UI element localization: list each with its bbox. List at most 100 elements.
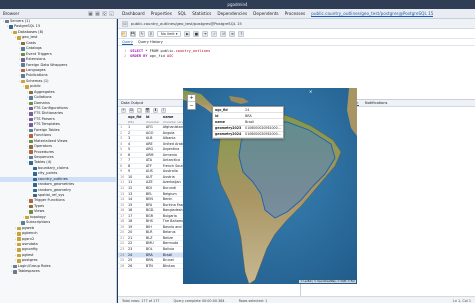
table-cell[interactable]: 2 xyxy=(126,131,144,136)
table-cell[interactable]: BRA xyxy=(144,253,161,258)
help-icon[interactable]: ? xyxy=(238,30,245,37)
table-cell[interactable]: BLR xyxy=(144,230,161,235)
popup-close-icon[interactable]: ✕ xyxy=(309,89,312,94)
table-cell[interactable]: 22 xyxy=(126,241,144,246)
status-bar: Total rows: 177 of 177 Query complete 00… xyxy=(118,296,475,303)
connection-label[interactable]: public.country_outlines/geo_test/postgre… xyxy=(131,21,242,26)
subtab-query-history[interactable]: Query History xyxy=(138,40,163,44)
table-icon[interactable]: ▤ xyxy=(95,11,100,16)
table-cell[interactable]: ARE xyxy=(144,142,161,147)
table-cell[interactable]: 14 xyxy=(126,197,144,202)
filter-icon[interactable]: ⚲ xyxy=(102,11,107,16)
table-cell[interactable]: BGR xyxy=(144,214,161,219)
tab-dependencies[interactable]: Dependencies xyxy=(217,11,247,16)
table-cell[interactable]: BRN xyxy=(144,258,161,263)
table-cell[interactable]: 19 xyxy=(126,225,144,230)
paste-icon[interactable]: 📋 xyxy=(137,107,142,113)
tab-dashboard[interactable]: Dashboard xyxy=(122,11,145,16)
table-cell[interactable]: 24 xyxy=(126,253,144,258)
table-cell[interactable]: 5 xyxy=(126,147,144,152)
explain-icon[interactable]: ⏷ xyxy=(202,30,209,37)
table-cell[interactable]: BHS xyxy=(144,219,161,224)
table-cell[interactable]: AGO xyxy=(144,131,161,136)
tab-data-output[interactable]: Data Output xyxy=(121,101,143,105)
table-cell[interactable]: BFA xyxy=(144,203,161,208)
copy-icon[interactable]: ⧉ xyxy=(129,107,134,113)
edit-icon[interactable]: ✎ xyxy=(139,30,145,37)
table-cell[interactable]: BIH xyxy=(144,225,161,230)
column-header[interactable]: idcharacter varying xyxy=(144,114,161,124)
table-cell[interactable]: BGD xyxy=(144,208,161,213)
table-cell[interactable]: AFG xyxy=(144,125,161,130)
table-cell[interactable]: BTN xyxy=(144,264,161,269)
limit-select[interactable]: No limit ▾ xyxy=(157,30,182,37)
map-attribution[interactable]: © Leaflet | © OpenStreetMap, © OSM, © Es… xyxy=(299,280,356,283)
table-cell[interactable]: 21 xyxy=(126,236,144,241)
zoom-out-button[interactable]: − xyxy=(188,102,195,109)
geometry-map[interactable]: + − ogc_fid 24 id BRA name Brazil geometry2023… xyxy=(183,88,357,284)
filter-icon[interactable]: ⚲ xyxy=(148,30,154,37)
delete-icon[interactable]: 🗑 xyxy=(145,107,150,113)
tab-statistics[interactable]: Statistics xyxy=(192,11,211,16)
rollback-icon[interactable]: ↺ xyxy=(220,30,227,37)
stop-icon[interactable]: ■ xyxy=(193,30,200,37)
table-cell[interactable]: 13 xyxy=(126,192,144,197)
table-cell[interactable]: ATF xyxy=(144,164,161,169)
tab-properties[interactable]: Properties xyxy=(151,11,172,16)
open-file-icon[interactable]: 📂 xyxy=(121,30,127,37)
zoom-in-button[interactable]: + xyxy=(188,95,195,102)
tab-sql[interactable]: SQL xyxy=(178,11,186,16)
table-cell[interactable]: 3 xyxy=(126,136,144,141)
macros-icon[interactable]: ≡ xyxy=(229,30,236,37)
table-cell[interactable]: 25 xyxy=(126,258,144,263)
table-cell[interactable]: 12 xyxy=(126,186,144,191)
table-cell[interactable]: 10 xyxy=(126,175,144,180)
table-cell[interactable]: 16 xyxy=(126,208,144,213)
subtab-query[interactable]: Query xyxy=(122,40,133,45)
execute-icon[interactable]: ▶ xyxy=(184,30,191,37)
table-cell[interactable]: ARM xyxy=(144,153,161,158)
object-explorer-icon[interactable]: ▦ xyxy=(88,11,93,16)
table-cell[interactable]: BMU xyxy=(144,241,161,246)
column-header[interactable]: ogc_fid[PK] integer xyxy=(126,114,144,124)
table-cell[interactable]: 23 xyxy=(126,247,144,252)
table-cell[interactable]: BEL xyxy=(144,192,161,197)
tab-processes[interactable]: Processes xyxy=(285,11,306,16)
table-icon xyxy=(33,177,37,182)
row-number: 9 xyxy=(120,169,123,174)
table-cell[interactable]: 15 xyxy=(126,203,144,208)
tab-query-tool[interactable]: public.country_outlines/geo_test/postgre… xyxy=(311,11,434,17)
table-cell[interactable]: ALB xyxy=(144,136,161,141)
table-cell[interactable]: BEN xyxy=(144,197,161,202)
table-cell[interactable]: 11 xyxy=(126,180,144,185)
table-cell[interactable]: 20 xyxy=(126,230,144,235)
table-cell[interactable]: 26 xyxy=(126,264,144,269)
table-cell[interactable]: BOL xyxy=(144,247,161,252)
table-cell[interactable]: ATA xyxy=(144,158,161,163)
sql-editor[interactable]: 1 SELECT * FROM public.country_outlines 2 O… xyxy=(118,46,475,86)
table-cell[interactable]: 7 xyxy=(126,158,144,163)
table-cell[interactable]: ARG xyxy=(144,147,161,152)
table-cell[interactable]: 8 xyxy=(126,164,144,169)
table-cell[interactable]: 1 xyxy=(126,125,144,130)
commit-icon[interactable]: ✓ xyxy=(211,30,218,37)
add-row-icon[interactable]: + xyxy=(121,107,126,113)
table-cell[interactable]: 4 xyxy=(126,142,144,147)
tab-dependents[interactable]: Dependents xyxy=(253,11,278,16)
table-cell[interactable]: 6 xyxy=(126,153,144,158)
table-cell[interactable]: AZE xyxy=(144,180,161,185)
table-cell[interactable]: BDI xyxy=(144,186,161,191)
download-icon[interactable]: ⬇ xyxy=(153,107,158,113)
graph-icon[interactable]: ⌇ xyxy=(161,107,166,113)
tree-item[interactable]: › Tablespaces xyxy=(0,269,116,274)
table-cell[interactable]: 17 xyxy=(126,214,144,219)
table-cell[interactable]: 18 xyxy=(126,219,144,224)
tab-notifications[interactable]: Notifications xyxy=(365,101,388,105)
database-icon xyxy=(17,242,21,247)
table-cell[interactable]: BLZ xyxy=(144,236,161,241)
search-icon[interactable]: ⌕ xyxy=(109,11,114,16)
save-icon[interactable]: 💾 xyxy=(130,30,136,37)
table-cell[interactable]: AUS xyxy=(144,169,161,174)
table-cell[interactable]: 9 xyxy=(126,169,144,174)
table-cell[interactable]: AUT xyxy=(144,175,161,180)
